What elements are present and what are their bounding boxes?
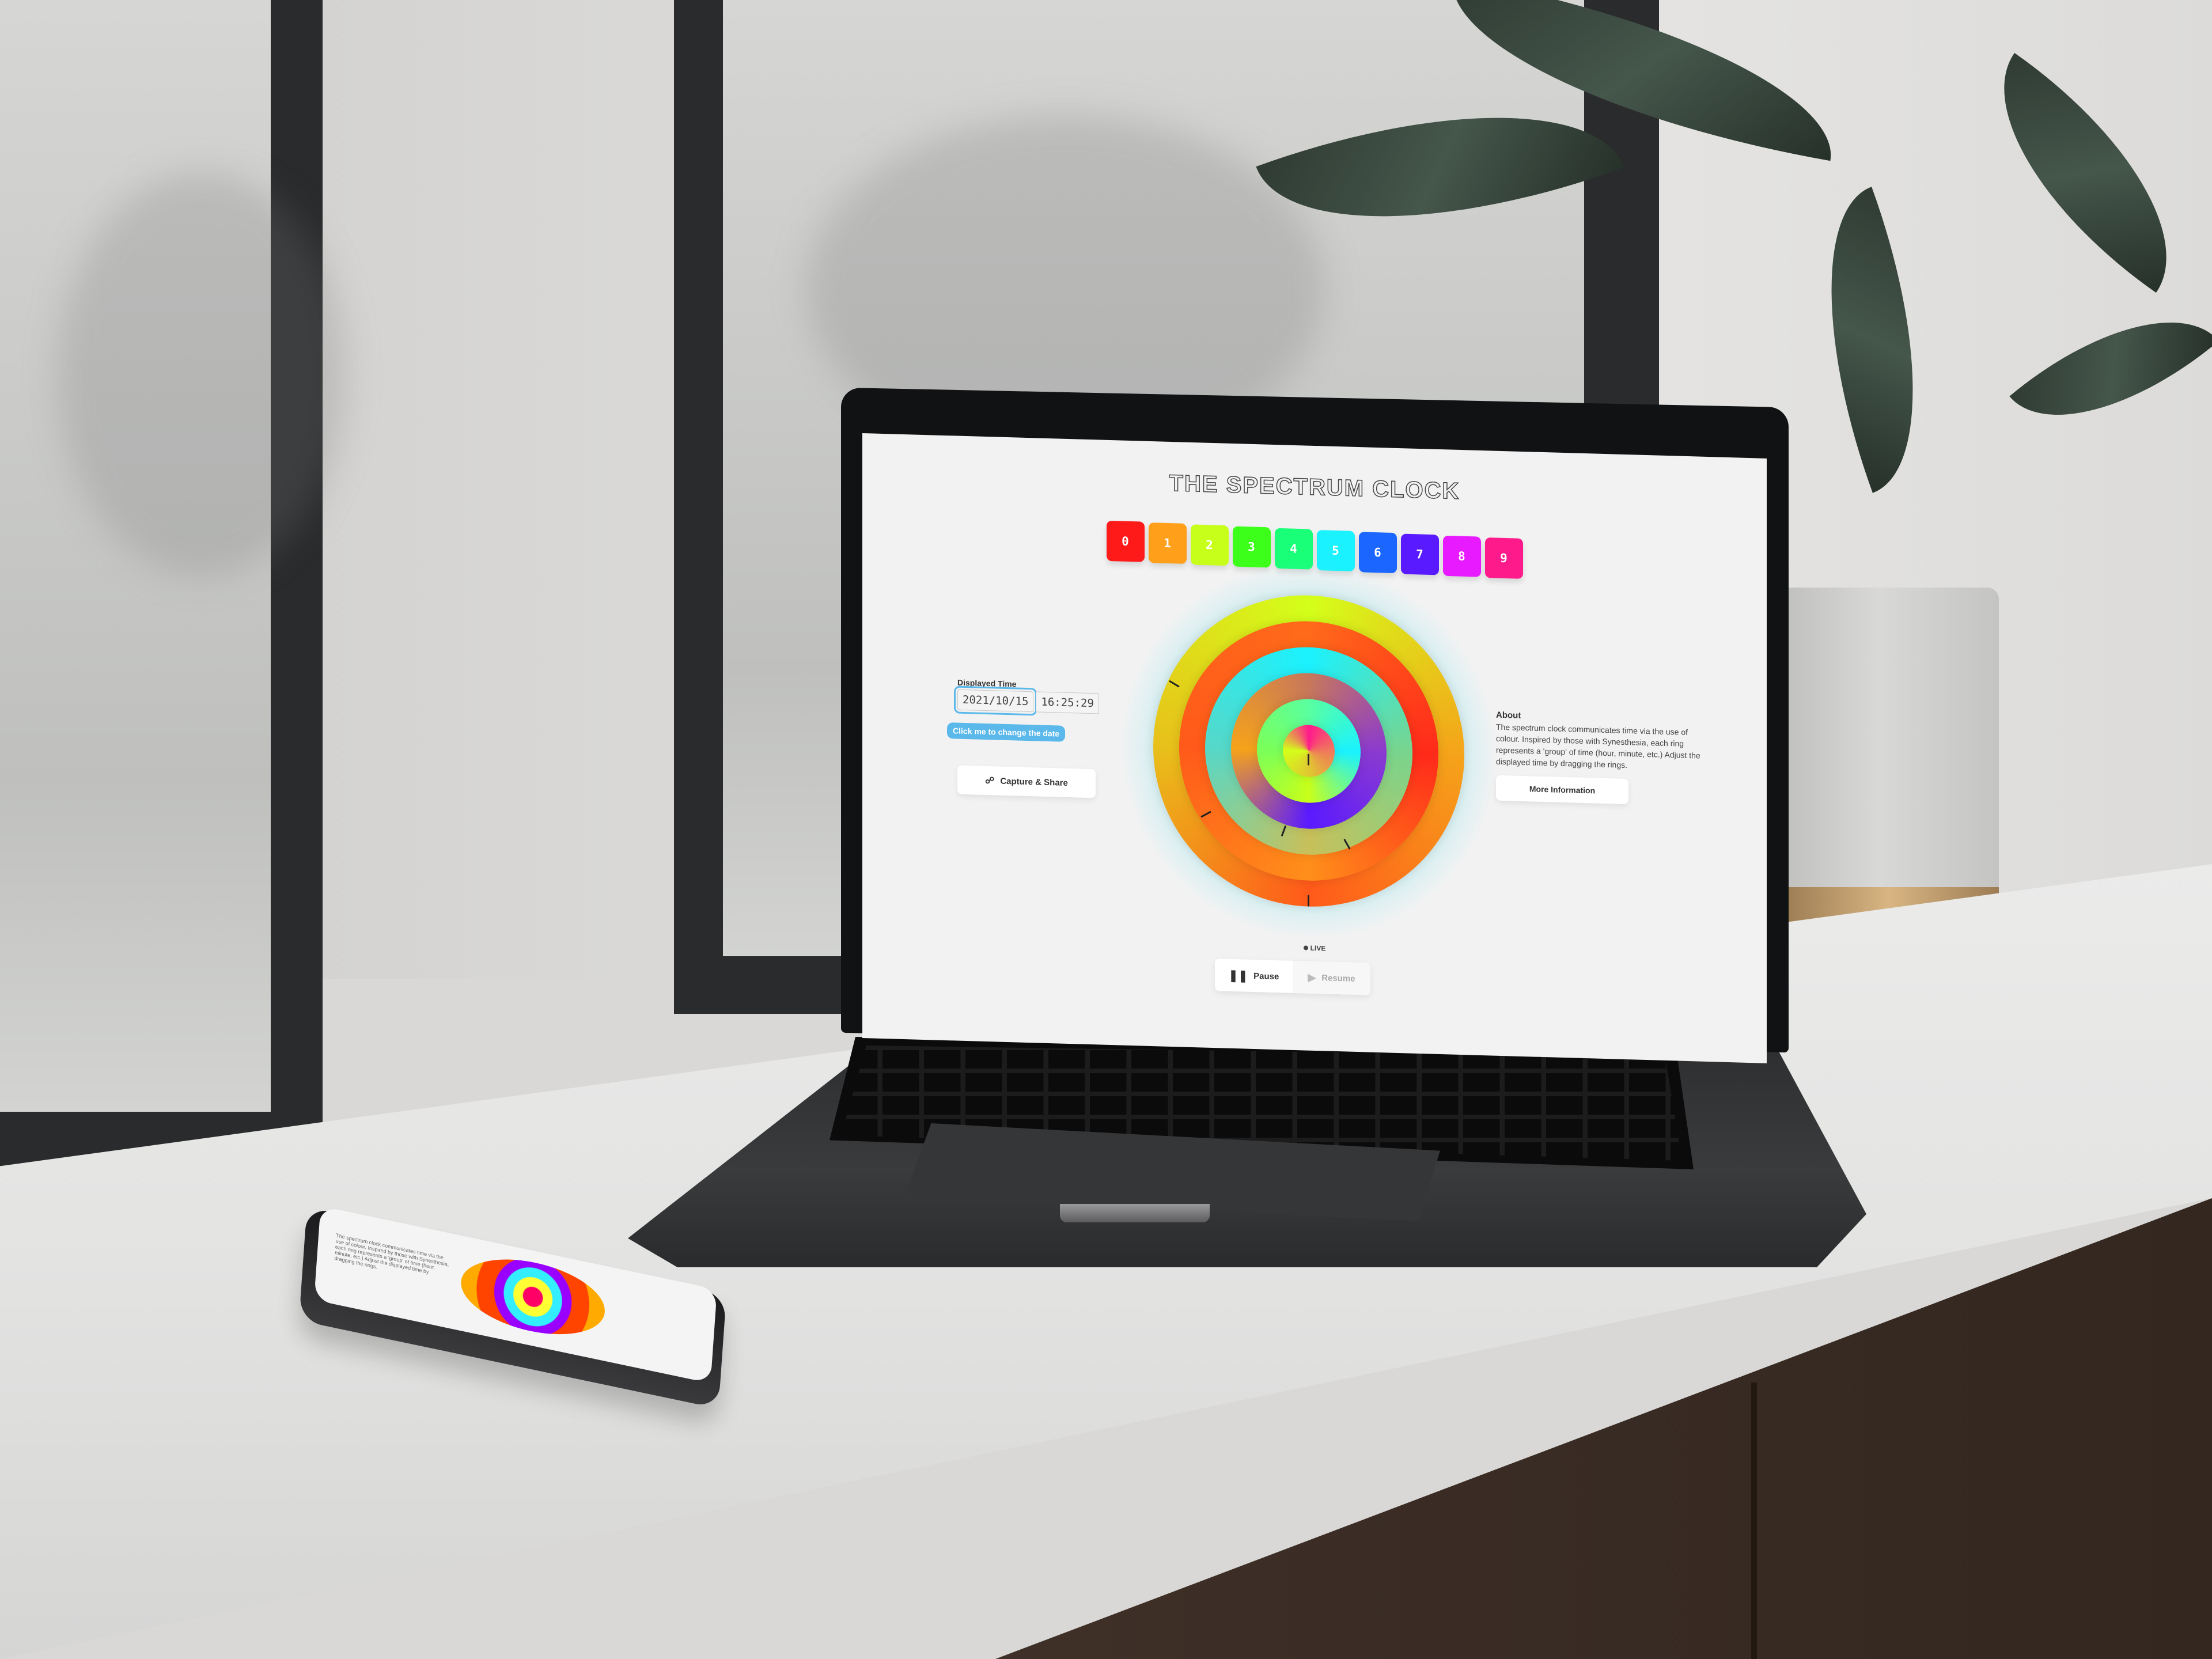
digit-swatch-9[interactable]: 9 bbox=[1484, 537, 1523, 579]
resume-button[interactable]: ▶ Resume bbox=[1293, 960, 1370, 995]
pause-icon: ❚❚ bbox=[1228, 969, 1248, 983]
phone-about-text: The spectrum clock communicates time via… bbox=[334, 1232, 449, 1275]
displayed-time-label: Displayed Time bbox=[957, 677, 1017, 689]
digit-swatch-0[interactable]: 0 bbox=[1106, 520, 1145, 562]
cabinet-seam bbox=[1751, 1382, 1757, 1659]
more-information-button[interactable]: More Information bbox=[1496, 775, 1628, 805]
date-input[interactable]: 2021/10/15 bbox=[953, 685, 1037, 716]
pause-button[interactable]: ❚❚ Pause bbox=[1215, 959, 1293, 993]
play-icon: ▶ bbox=[1308, 971, 1316, 983]
change-date-tooltip: Click me to change the date bbox=[947, 722, 1066, 742]
laptop-lid-notch bbox=[1060, 1204, 1210, 1222]
digit-swatch-6[interactable]: 6 bbox=[1358, 532, 1397, 574]
page-title: THE SPECTRUM CLOCK bbox=[1169, 470, 1460, 505]
displayed-time-panel: Displayed Time 2021/10/15 16:25:29 Click… bbox=[947, 677, 1107, 798]
digit-swatch-7[interactable]: 7 bbox=[1400, 533, 1439, 575]
spectrum-clock bbox=[1119, 555, 1499, 946]
live-dot-icon bbox=[1303, 945, 1308, 950]
about-panel: About The spectrum clock communicates ti… bbox=[1496, 710, 1703, 806]
time-input[interactable]: 16:25:29 bbox=[1036, 691, 1099, 714]
capture-share-label: Capture & Share bbox=[1000, 776, 1068, 788]
phone-spectrum-clock bbox=[459, 1247, 607, 1346]
playback-controls: ❚❚ Pause ▶ Resume bbox=[1215, 959, 1370, 995]
plant-pot bbox=[1780, 588, 1999, 927]
ring-marker bbox=[1308, 753, 1309, 766]
live-label: LIVE bbox=[1310, 944, 1326, 953]
tree-blur bbox=[58, 173, 346, 576]
ring-marker bbox=[1308, 895, 1309, 907]
share-icon: ☍ bbox=[985, 775, 995, 786]
resume-label: Resume bbox=[1321, 972, 1355, 984]
capture-share-button[interactable]: ☍ Capture & Share bbox=[957, 765, 1096, 798]
laptop-screen: THE SPECTRUM CLOCK 0123456789 Displayed … bbox=[862, 433, 1767, 1063]
about-text: The spectrum clock communicates time via… bbox=[1496, 722, 1700, 770]
digit-swatch-1[interactable]: 1 bbox=[1148, 522, 1187, 564]
digit-swatch-3[interactable]: 3 bbox=[1232, 526, 1271, 568]
digit-swatch-2[interactable]: 2 bbox=[1190, 524, 1229, 566]
digit-swatch-8[interactable]: 8 bbox=[1442, 535, 1481, 577]
pause-label: Pause bbox=[1253, 971, 1279, 982]
